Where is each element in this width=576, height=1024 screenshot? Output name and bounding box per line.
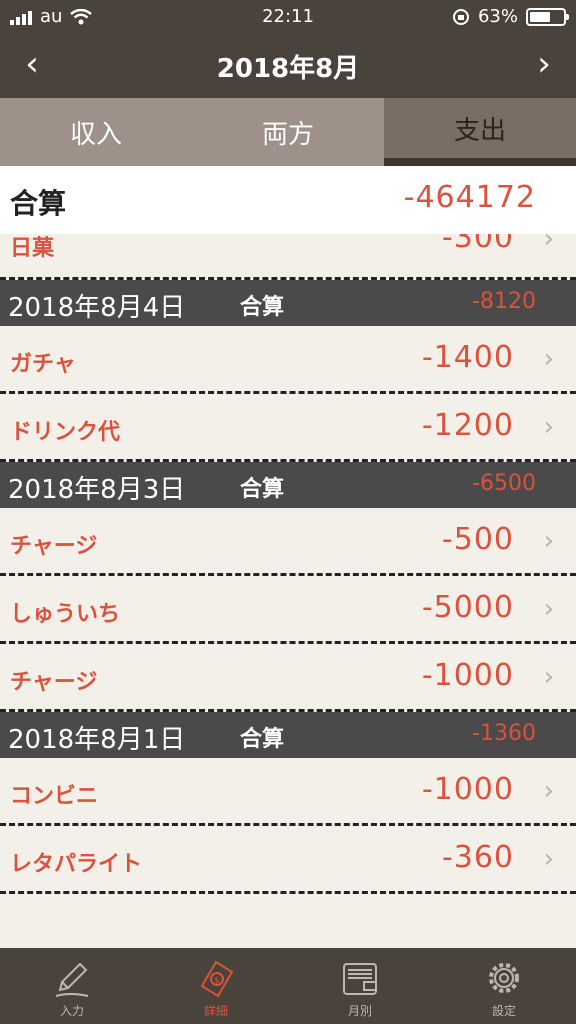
item-amount: -1400 [421, 340, 514, 375]
section-total-value: -1360 [472, 721, 536, 746]
list-item[interactable]: しゅういち -5000 › [0, 576, 576, 644]
item-amount: -1000 [421, 658, 514, 693]
item-name: 日菓 [10, 236, 55, 261]
list-item[interactable]: チャージ -500 › [0, 508, 576, 576]
item-name: チャージ [10, 534, 98, 559]
total-label: 合算 [10, 187, 67, 220]
total-value: -464172 [403, 180, 536, 215]
item-name: チャージ [10, 670, 98, 695]
segment-control: 収入 両方 支出 [0, 98, 576, 166]
segment-income[interactable]: 収入 [0, 98, 192, 166]
chevron-right-icon[interactable]: › [524, 44, 564, 84]
tab-label: 月別 [347, 1004, 372, 1018]
gear-icon [489, 963, 519, 993]
battery-icon [526, 7, 569, 26]
date-section-header: 2018年8月4日 合算 -8120 [0, 280, 576, 326]
navigation-bar: ‹ 2018年8月 › [0, 34, 576, 98]
money-note-icon: $ [200, 960, 234, 998]
svg-text:$: $ [214, 976, 220, 986]
section-date: 2018年8月3日 [8, 475, 186, 505]
chevron-right-icon: › [543, 344, 554, 374]
orientation-lock-icon [452, 8, 469, 25]
transaction-list[interactable]: 日菓 -300 › 2018年8月4日 合算 -8120 ガチャ -1400 › ドリンク代… [0, 234, 576, 948]
list-item[interactable]: コンビニ -1000 › [0, 758, 576, 826]
tab-settings[interactable]: 設定 [432, 948, 576, 1024]
wallet-icon [343, 963, 377, 995]
item-amount: -300 [441, 234, 514, 255]
section-total-value: -8120 [472, 289, 536, 314]
item-amount: -5000 [421, 590, 514, 625]
item-name: ガチャ [10, 352, 76, 377]
list-item[interactable]: ガチャ -1400 › [0, 326, 576, 394]
tab-label: 詳細 [203, 1004, 228, 1018]
section-total-value: -6500 [472, 471, 536, 496]
item-amount: -500 [441, 522, 514, 557]
section-date: 2018年8月1日 [8, 725, 186, 755]
list-item[interactable]: 日菓 -300 › [0, 234, 576, 280]
section-total-label: 合算 [240, 477, 285, 502]
item-amount: -1200 [421, 408, 514, 443]
item-amount: -1000 [421, 772, 514, 807]
tab-input[interactable]: 入力 [0, 948, 144, 1024]
battery-fill [530, 11, 550, 22]
chevron-right-icon: › [543, 776, 554, 806]
chevron-right-icon: › [543, 234, 554, 254]
date-section-header: 2018年8月3日 合算 -6500 [0, 462, 576, 508]
list-item[interactable]: ドリンク代 -1200 › [0, 394, 576, 462]
tab-monthly[interactable]: 月別 [288, 948, 432, 1024]
tab-bar: 入力 $ 詳細 月別 設定 [0, 948, 576, 1024]
item-name: ドリンク代 [10, 420, 121, 445]
chevron-right-icon: › [543, 412, 554, 442]
list-item[interactable]: レタパライト -360 › [0, 826, 576, 894]
item-name: レタパライト [10, 852, 143, 877]
status-bar: au 22:11 63% [0, 0, 576, 34]
chevron-right-icon: › [543, 662, 554, 692]
status-right: 63% [452, 6, 569, 27]
item-amount: -360 [441, 840, 514, 875]
section-total-label: 合算 [240, 727, 285, 752]
item-name: しゅういち [10, 602, 121, 627]
date-section-header: 2018年8月1日 合算 -1360 [0, 712, 576, 758]
pencil-icon [55, 962, 89, 997]
page-title: 2018年8月 [216, 54, 360, 84]
list-item[interactable]: チャージ -1000 › [0, 644, 576, 712]
tab-label: 設定 [491, 1004, 516, 1018]
battery-percent: 63% [477, 6, 518, 27]
chevron-right-icon: › [543, 526, 554, 556]
segment-both[interactable]: 両方 [192, 98, 384, 166]
item-name: コンビニ [10, 784, 99, 809]
chevron-right-icon: › [543, 844, 554, 874]
chevron-right-icon: › [543, 594, 554, 624]
total-row: 合算 -464172 [0, 166, 576, 234]
section-date: 2018年8月4日 [8, 293, 186, 323]
tab-details[interactable]: $ 詳細 [144, 948, 288, 1024]
segment-expense[interactable]: 支出 [384, 98, 576, 166]
section-total-label: 合算 [240, 295, 285, 320]
tab-label: 入力 [59, 1004, 84, 1018]
